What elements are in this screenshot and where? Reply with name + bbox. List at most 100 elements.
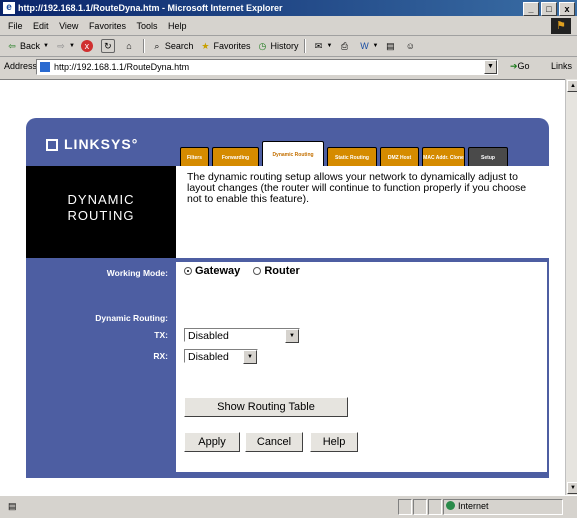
menu-edit[interactable]: Edit bbox=[33, 17, 49, 35]
window-title: http://192.168.1.1/RouteDyna.htm - Micro… bbox=[18, 3, 283, 13]
rx-label: RX: bbox=[153, 351, 168, 361]
discuss-icon: ▤ bbox=[386, 41, 395, 51]
tx-dropdown-icon: ▼ bbox=[285, 329, 299, 343]
rx-select[interactable]: Disabled ▼ bbox=[184, 349, 258, 364]
footer-band bbox=[26, 472, 549, 478]
help-button[interactable]: Help bbox=[310, 432, 358, 452]
menu-help[interactable]: Help bbox=[168, 17, 187, 35]
apply-button[interactable]: Apply bbox=[184, 432, 240, 452]
status-cell-2 bbox=[413, 499, 427, 515]
rx-value: Disabled bbox=[188, 351, 229, 363]
address-dropdown-icon[interactable]: ▼ bbox=[484, 60, 497, 74]
title-bar: e http://192.168.1.1/RouteDyna.htm - Mic… bbox=[0, 0, 577, 16]
tab-forwarding[interactable]: Forwarding bbox=[212, 147, 259, 168]
rx-dropdown-icon: ▼ bbox=[243, 350, 257, 364]
minimize-button[interactable]: _ bbox=[523, 2, 539, 16]
tx-value: Disabled bbox=[188, 330, 229, 342]
messenger-button[interactable]: ☺ bbox=[404, 40, 418, 52]
back-button[interactable]: ⇦ Back ▼ bbox=[6, 40, 49, 52]
windows-logo-icon: ⚑ bbox=[551, 18, 571, 34]
address-input[interactable]: http://192.168.1.1/RouteDyna.htm bbox=[36, 59, 498, 75]
status-zone: Internet bbox=[446, 501, 489, 511]
stop-icon: x bbox=[80, 40, 93, 52]
back-dropdown-icon: ▼ bbox=[43, 43, 49, 49]
description-panel: The dynamic routing setup allows your ne… bbox=[176, 166, 549, 258]
edit-button[interactable]: W ▼ bbox=[358, 40, 378, 52]
cancel-button[interactable]: Cancel bbox=[245, 432, 303, 452]
vertical-scrollbar[interactable]: ▲ ▼ bbox=[565, 79, 577, 495]
home-icon: ⌂ bbox=[126, 41, 132, 51]
search-icon: ⌕ bbox=[154, 41, 160, 51]
tx-select[interactable]: Disabled ▼ bbox=[184, 328, 300, 343]
edit-dropdown-icon: ▼ bbox=[372, 43, 379, 49]
page-icon bbox=[40, 62, 50, 72]
status-page-icon: ▤ bbox=[8, 501, 17, 511]
toolbar: ⇦ Back ▼ ⇨ ▼ x ↻ ⌂ ⌕ Search ★ Favorites … bbox=[0, 36, 577, 57]
tab-dmz-host[interactable]: DMZ Host bbox=[380, 147, 419, 168]
menu-view[interactable]: View bbox=[59, 17, 78, 35]
tab-bar: Filters Forwarding Dynamic Routing Stati… bbox=[180, 141, 508, 168]
router-radio[interactable] bbox=[253, 267, 262, 275]
links-button[interactable]: Links bbox=[551, 61, 572, 71]
status-bar: ▤ Internet bbox=[0, 495, 577, 518]
description-text: The dynamic routing setup allows your ne… bbox=[187, 171, 527, 205]
mail-button[interactable]: ✉ ▼ bbox=[312, 40, 333, 52]
forward-arrow-icon: ⇨ bbox=[57, 41, 65, 51]
linksys-logo: LINKSYS° bbox=[46, 136, 138, 152]
gateway-radio[interactable] bbox=[184, 267, 192, 275]
messenger-icon: ☺ bbox=[405, 41, 415, 51]
maximize-button[interactable]: □ bbox=[541, 2, 557, 16]
history-button[interactable]: ◷ History bbox=[256, 40, 299, 52]
ie-icon: e bbox=[3, 2, 15, 14]
print-icon: ⎙ bbox=[340, 41, 349, 51]
status-cell-1 bbox=[398, 499, 412, 515]
favorites-button[interactable]: ★ Favorites bbox=[199, 40, 250, 52]
forward-dropdown-icon: ▼ bbox=[68, 43, 75, 49]
history-icon: ◷ bbox=[258, 41, 267, 51]
show-routing-table-button[interactable]: Show Routing Table bbox=[184, 397, 348, 417]
section-title-line1: DYNAMIC bbox=[67, 192, 135, 207]
menu-tools[interactable]: Tools bbox=[136, 17, 157, 35]
forward-button[interactable]: ⇨ ▼ bbox=[55, 40, 75, 52]
edit-icon: W bbox=[360, 41, 369, 51]
favorites-icon: ★ bbox=[201, 41, 210, 51]
section-title-line2: ROUTING bbox=[67, 208, 135, 223]
address-label: Address bbox=[4, 61, 38, 71]
dynamic-routing-label: Dynamic Routing: bbox=[95, 313, 168, 323]
status-cell-3 bbox=[428, 499, 442, 515]
tab-setup[interactable]: Setup bbox=[468, 147, 508, 168]
working-mode-group: Gateway Router bbox=[184, 265, 310, 277]
tab-filters[interactable]: Filters bbox=[180, 147, 209, 168]
mail-icon: ✉ bbox=[314, 41, 323, 51]
refresh-icon: ↻ bbox=[100, 39, 115, 53]
scroll-down-icon[interactable]: ▼ bbox=[567, 482, 577, 494]
section-title-panel: DYNAMIC ROUTING bbox=[26, 166, 176, 258]
menu-bar: File Edit View Favorites Tools Help ⚑ bbox=[0, 17, 577, 36]
tab-mac-addr-clone[interactable]: MAC Addr. Clone bbox=[422, 147, 465, 168]
go-button[interactable]: ➔Go bbox=[510, 61, 530, 72]
discuss-button[interactable]: ▤ bbox=[384, 40, 398, 52]
close-button[interactable]: x bbox=[559, 2, 575, 16]
mail-dropdown-icon: ▼ bbox=[326, 43, 333, 49]
mode-gateway-option[interactable]: Gateway bbox=[184, 265, 240, 277]
menu-favorites[interactable]: Favorites bbox=[89, 17, 126, 35]
back-arrow-icon: ⇦ bbox=[8, 41, 16, 51]
tab-dynamic-routing[interactable]: Dynamic Routing bbox=[262, 141, 324, 167]
refresh-button[interactable]: ↻ bbox=[100, 39, 117, 53]
go-arrow-icon: ➔ bbox=[510, 61, 518, 71]
working-mode-label: Working Mode: bbox=[106, 268, 168, 278]
stop-button[interactable]: x bbox=[80, 40, 95, 52]
home-button[interactable]: ⌂ bbox=[123, 40, 137, 52]
scroll-up-icon[interactable]: ▲ bbox=[567, 80, 577, 92]
search-button[interactable]: ⌕ Search bbox=[151, 40, 193, 52]
address-url: http://192.168.1.1/RouteDyna.htm bbox=[54, 62, 190, 72]
internet-globe-icon bbox=[446, 501, 455, 510]
toolbar-separator bbox=[142, 39, 145, 53]
tab-static-routing[interactable]: Static Routing bbox=[327, 147, 377, 168]
linksys-mark-icon bbox=[46, 139, 58, 151]
address-bar: Address http://192.168.1.1/RouteDyna.htm… bbox=[0, 57, 577, 77]
mode-router-option[interactable]: Router bbox=[253, 265, 300, 277]
print-button[interactable]: ⎙ bbox=[338, 40, 352, 52]
tx-label: TX: bbox=[154, 330, 168, 340]
menu-file[interactable]: File bbox=[8, 17, 23, 35]
